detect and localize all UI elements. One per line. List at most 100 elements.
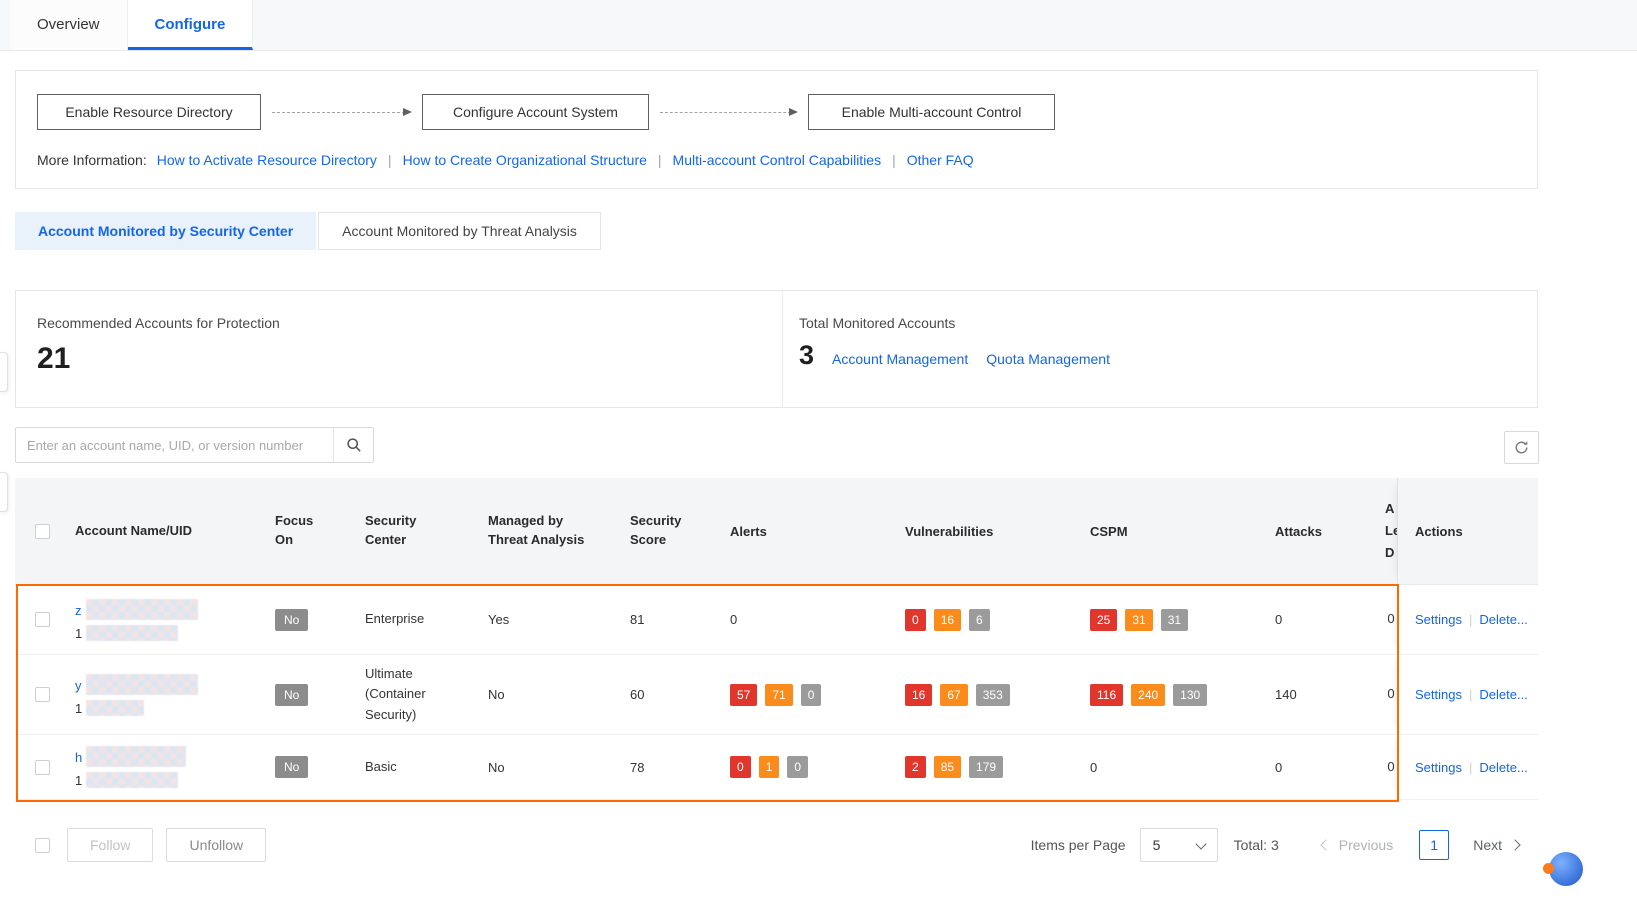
settings-link[interactable]: Settings [1415,687,1462,702]
actions-divider: | [1469,687,1472,702]
delete-link[interactable]: Delete... [1479,760,1527,775]
tab-monitored-by-security-center[interactable]: Account Monitored by Security Center [15,212,316,250]
total-monitored-value: 3 [799,342,814,369]
cell-alerts: 0 1 0 [730,756,905,778]
table-row: h 1 No Basic No 78 0 1 0 2 85 179 0 0 0 … [15,735,1538,800]
assistant-ball-icon[interactable] [1549,852,1583,886]
page-number-button[interactable]: 1 [1419,830,1449,860]
row-checkbox[interactable] [35,612,50,627]
link-other-faq[interactable]: Other FAQ [907,152,974,168]
cell-attacks: 0 [1275,760,1385,775]
follow-button[interactable]: Follow [67,828,153,862]
footer-select-all-checkbox[interactable] [35,838,50,853]
medium-count-badge[interactable]: 67 [940,684,967,706]
table-footer: Follow Unfollow Items per Page 5 Total: … [15,826,1538,864]
cell-attacks: 140 [1275,687,1385,702]
row-checkbox[interactable] [35,760,50,775]
account-uid: 1 [75,700,261,716]
table-row: z 1 No Enterprise Yes 81 0 0 16 6 25 31 … [15,585,1538,655]
medium-count-badge[interactable]: 1 [759,756,780,778]
account-name-link[interactable]: z [75,599,261,620]
low-count-badge[interactable]: 353 [976,684,1010,706]
high-count-badge[interactable]: 16 [905,684,932,706]
tab-overview[interactable]: Overview [10,0,128,50]
high-count-badge[interactable]: 0 [905,609,926,631]
settings-link[interactable]: Settings [1415,760,1462,775]
step-enable-multi-account-control[interactable]: Enable Multi-account Control [808,94,1055,130]
flow-arrow-icon [272,112,410,113]
delete-link[interactable]: Delete... [1479,612,1527,627]
high-count-badge[interactable]: 57 [730,684,757,706]
cell-security-score: 81 [630,612,730,627]
low-count-badge[interactable]: 6 [969,609,990,631]
quota-management-link[interactable]: Quota Management [986,351,1110,369]
cell-managed-by-threat-analysis: No [488,760,630,775]
low-count-badge[interactable]: 179 [969,756,1003,778]
cell-focus-on: No [275,684,365,706]
cell-security-center: Enterprise [365,609,488,629]
link-create-organizational-structure[interactable]: How to Create Organizational Structure [403,152,647,168]
side-panel-handle[interactable] [0,352,8,392]
page-tab-bar: Overview Configure [0,0,1637,51]
flow-arrow-icon [660,112,796,113]
cell-clipped: 0 [1385,608,1397,630]
link-activate-resource-directory[interactable]: How to Activate Resource Directory [157,152,377,168]
chevron-left-icon [1320,839,1331,850]
accounts-table: Account Name/UID Focus On Security Cente… [15,478,1538,800]
row-checkbox[interactable] [35,687,50,702]
cell-clipped: 0 [1385,683,1397,705]
medium-count-badge[interactable]: 85 [934,756,961,778]
more-information-row: More Information: How to Activate Resour… [37,152,974,168]
recommended-accounts-label: Recommended Accounts for Protection [37,315,280,331]
search-icon [346,437,362,453]
page-size-select[interactable]: 5 [1140,828,1218,862]
column-header-security-score: Security Score [630,512,730,550]
cell-managed-by-threat-analysis: Yes [488,612,630,627]
link-separator: | [388,152,392,168]
search-input[interactable] [16,428,333,462]
link-multi-account-control-capabilities[interactable]: Multi-account Control Capabilities [673,152,882,168]
medium-count-badge[interactable]: 71 [765,684,792,706]
step-enable-resource-directory[interactable]: Enable Resource Directory [37,94,261,130]
cell-cspm: 116 240 130 [1090,684,1275,706]
column-header-clipped: A Le D [1385,498,1397,564]
high-count-badge[interactable]: 2 [905,756,926,778]
column-header-actions: Actions [1397,478,1538,584]
cell-security-center: Basic [365,757,488,777]
tab-monitored-by-threat-analysis[interactable]: Account Monitored by Threat Analysis [318,212,601,250]
high-count-badge[interactable]: 25 [1090,609,1117,631]
actions-divider: | [1469,760,1472,775]
low-count-badge[interactable]: 130 [1173,684,1207,706]
high-count-badge[interactable]: 116 [1090,684,1123,706]
step-configure-account-system[interactable]: Configure Account System [422,94,649,130]
medium-count-badge[interactable]: 31 [1125,609,1152,631]
monitor-tab-bar: Account Monitored by Security Center Acc… [15,212,601,250]
delete-link[interactable]: Delete... [1479,687,1527,702]
account-search-box [15,427,374,463]
total-monitored-label: Total Monitored Accounts [799,315,1110,331]
next-page-button[interactable]: Next [1473,837,1528,853]
previous-page-button[interactable]: Previous [1313,837,1393,853]
account-name-link[interactable]: y [75,674,261,695]
low-count-badge[interactable]: 0 [787,756,808,778]
account-management-link[interactable]: Account Management [832,351,968,369]
medium-count-badge[interactable]: 240 [1131,684,1165,706]
focus-status-badge: No [275,609,308,631]
stats-card: Recommended Accounts for Protection 21 T… [15,290,1538,408]
search-button[interactable] [333,428,373,462]
select-all-checkbox[interactable] [35,524,50,539]
low-count-badge[interactable]: 31 [1161,609,1188,631]
cell-focus-on: No [275,756,365,778]
account-name-link[interactable]: h [75,746,261,767]
high-count-badge[interactable]: 0 [730,756,751,778]
blurred-account-name [86,674,198,695]
low-count-badge[interactable]: 0 [801,684,822,706]
medium-count-badge[interactable]: 16 [934,609,961,631]
refresh-button[interactable] [1504,431,1539,464]
settings-link[interactable]: Settings [1415,612,1462,627]
tab-configure[interactable]: Configure [128,0,254,50]
table-row: y 1 No Ultimate (Container Security) No … [15,655,1538,735]
unfollow-button[interactable]: Unfollow [166,828,266,862]
total-count-label: Total: 3 [1234,837,1279,853]
side-panel-handle[interactable] [0,472,8,512]
